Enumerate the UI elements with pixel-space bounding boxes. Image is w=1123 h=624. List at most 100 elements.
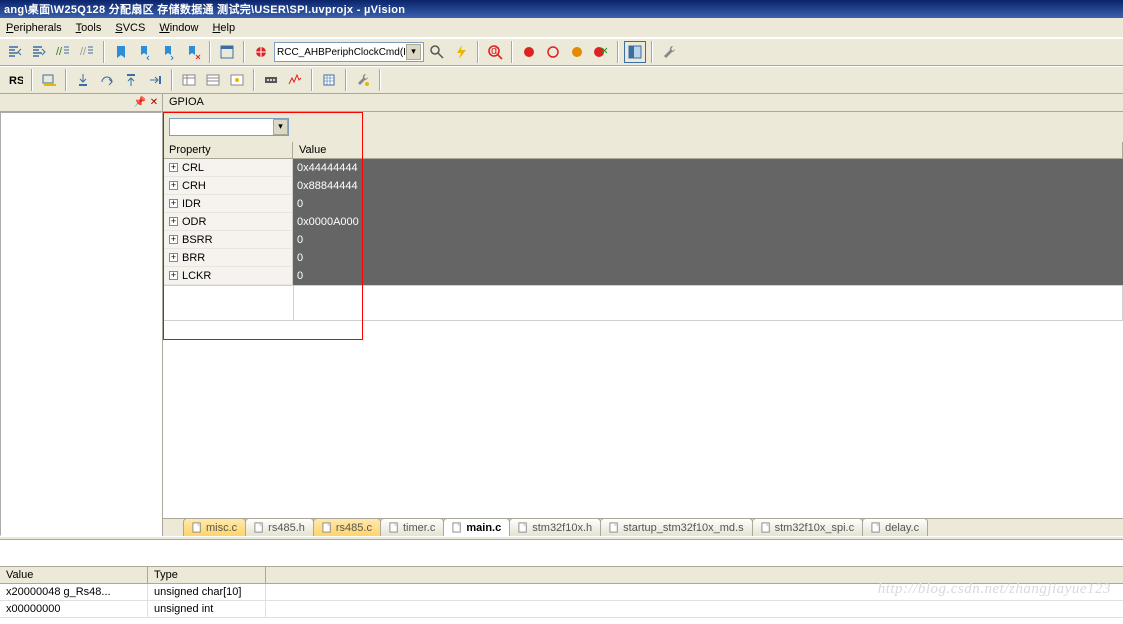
tab-main-c[interactable]: main.c	[443, 518, 510, 536]
property-row[interactable]: + LCKR 0	[163, 267, 1123, 285]
toolbar-1: // // RCC_AHBPeriphClockCmd(I ▾ d	[0, 38, 1123, 66]
menu-tools[interactable]: Tools	[76, 22, 102, 34]
tab-label: stm32f10x.h	[532, 522, 592, 534]
main-area: 📌 ✕ GPIOA ▾ Property Value +CRL0x4444444…	[0, 94, 1123, 536]
watch-row[interactable]: x00000000unsigned int	[0, 601, 1123, 618]
watch-type: unsigned int	[148, 601, 266, 617]
svg-text://: //	[56, 46, 63, 58]
tb2-serial-icon[interactable]	[260, 69, 282, 91]
property-row[interactable]: +ODR0x0000A000	[163, 213, 1123, 231]
tb2-step-over-icon[interactable]	[96, 69, 118, 91]
tb-indent-right-icon[interactable]	[28, 41, 50, 63]
expand-icon[interactable]: +	[169, 181, 178, 190]
editor-area[interactable]	[163, 321, 1123, 518]
tb2-run-to-icon[interactable]	[144, 69, 166, 91]
tb2-watch3-icon[interactable]	[226, 69, 248, 91]
tb-rec-red-icon[interactable]	[518, 41, 540, 63]
prop-value: 0	[293, 234, 1123, 246]
title-bar: ang\桌面\W25Q128 分配扇区 存储数据通 测试完\USER\SPI.u…	[0, 0, 1123, 18]
tab-label: delay.c	[885, 522, 919, 534]
prop-value: 0	[293, 270, 1123, 282]
property-col-name: Property	[163, 142, 293, 158]
function-combo[interactable]: RCC_AHBPeriphClockCmd(I ▾	[274, 42, 424, 62]
gpio-filter-combo[interactable]: ▾	[169, 118, 289, 136]
pin-icon[interactable]: 📌	[134, 97, 146, 109]
prop-name: BRR	[182, 252, 205, 264]
tb2-watch2-icon[interactable]	[202, 69, 224, 91]
expand-icon[interactable]: +	[169, 199, 178, 208]
tab-delay-c[interactable]: delay.c	[862, 518, 928, 536]
function-combo-text: RCC_AHBPeriphClockCmd(I	[277, 47, 406, 58]
prop-value: 0x88844444	[293, 180, 1123, 192]
property-row[interactable]: +CRL0x44444444	[163, 159, 1123, 177]
tb-layout-icon[interactable]	[624, 41, 646, 63]
menu-help[interactable]: Help	[212, 22, 235, 34]
tb-comment-icon[interactable]: //	[52, 41, 74, 63]
tb2-watch1-icon[interactable]	[178, 69, 200, 91]
tb-flash-icon[interactable]	[450, 41, 472, 63]
tab-label: rs485.c	[336, 522, 372, 534]
tb-rec-checked-icon[interactable]	[590, 41, 612, 63]
tb2-reset-icon[interactable]: RST	[4, 69, 26, 91]
property-row[interactable]: +IDR0	[163, 195, 1123, 213]
prop-value: 0	[293, 198, 1123, 210]
tab-label: rs485.h	[268, 522, 305, 534]
tb-bookmark-icon[interactable]	[110, 41, 132, 63]
tb-debug-lens-icon[interactable]: d	[484, 41, 506, 63]
tb-bookmark-prev-icon[interactable]	[134, 41, 156, 63]
tab-rs485-c[interactable]: rs485.c	[313, 518, 381, 536]
tab-startup_stm32f10x_md-s[interactable]: startup_stm32f10x_md.s	[600, 518, 752, 536]
dropdown-icon[interactable]: ▾	[273, 119, 288, 135]
dropdown-icon[interactable]: ▾	[406, 44, 421, 60]
expand-icon[interactable]: +	[169, 217, 178, 226]
tab-rs485-h[interactable]: rs485.h	[245, 518, 314, 536]
property-row[interactable]: +BRR0	[163, 249, 1123, 267]
tab-timer-c[interactable]: timer.c	[380, 518, 444, 536]
property-col-value: Value	[293, 142, 1123, 158]
tb-indent-left-icon[interactable]	[4, 41, 26, 63]
toolbar-2: RST	[0, 66, 1123, 94]
property-row[interactable]: +CRH0x88844444	[163, 177, 1123, 195]
expand-icon[interactable]: +	[169, 253, 178, 262]
expand-icon[interactable]: +	[169, 271, 178, 280]
tab-stm32f10x-h[interactable]: stm32f10x.h	[509, 518, 601, 536]
prop-name: LCKR	[182, 270, 211, 282]
tb-rec-hollow-icon[interactable]	[542, 41, 564, 63]
prop-name: CRL	[182, 162, 204, 174]
menu-window[interactable]: Window	[159, 22, 198, 34]
tb2-memory-icon[interactable]	[318, 69, 340, 91]
svg-text:RST: RST	[9, 75, 23, 87]
menu-bar: Peripherals Tools SVCS Window Help	[0, 18, 1123, 38]
tb-debug-icon[interactable]	[250, 41, 272, 63]
left-panel: 📌 ✕	[0, 94, 163, 536]
tab-misc-c[interactable]: misc.c	[183, 518, 246, 536]
tb-find-icon[interactable]	[426, 41, 448, 63]
tb-bookmark-next-icon[interactable]	[158, 41, 180, 63]
tb2-step-out-icon[interactable]	[120, 69, 142, 91]
tb2-tools-icon[interactable]	[352, 69, 374, 91]
close-icon[interactable]: ✕	[148, 97, 160, 109]
tab-stm32f10x_spi-c[interactable]: stm32f10x_spi.c	[752, 518, 863, 536]
tab-label: startup_stm32f10x_md.s	[623, 522, 743, 534]
tb2-analyzer-icon[interactable]	[284, 69, 306, 91]
property-body: +CRL0x44444444+CRH0x88844444+IDR0+ODR0x0…	[163, 159, 1123, 285]
tb-uncomment-icon[interactable]: //	[76, 41, 98, 63]
right-area: GPIOA ▾ Property Value +CRL0x44444444+CR…	[163, 94, 1123, 536]
tb2-run-icon[interactable]	[38, 69, 60, 91]
tb-bookmark-clear-icon[interactable]	[182, 41, 204, 63]
tb-rec-orange-icon[interactable]	[566, 41, 588, 63]
left-panel-header: 📌 ✕	[0, 94, 162, 112]
tb-wrench-icon[interactable]	[658, 41, 680, 63]
gpio-panel-title: GPIOA	[163, 94, 1123, 112]
tb-window-icon[interactable]	[216, 41, 238, 63]
left-panel-content	[0, 112, 162, 536]
expand-icon[interactable]: +	[169, 163, 178, 172]
property-header: Property Value	[163, 142, 1123, 159]
property-blank-row	[163, 285, 1123, 321]
expand-icon[interactable]: +	[169, 235, 178, 244]
menu-svcs[interactable]: SVCS	[115, 22, 145, 34]
property-row[interactable]: +BSRR0	[163, 231, 1123, 249]
editor-tabs: misc.c rs485.h rs485.c timer.cmain.c stm32f1…	[163, 518, 1123, 536]
menu-peripherals[interactable]: Peripherals	[6, 22, 62, 34]
tb2-step-in-icon[interactable]	[72, 69, 94, 91]
